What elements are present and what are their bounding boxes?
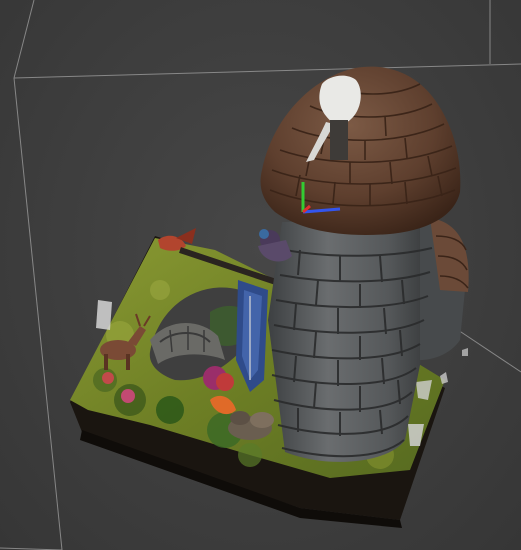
grid-line — [13, 0, 35, 79]
grid-line — [13, 63, 521, 79]
grid-line — [13, 77, 63, 550]
scene-canvas[interactable] — [0, 0, 521, 550]
3d-viewport[interactable] — [0, 0, 521, 550]
stone-tower — [268, 218, 469, 462]
